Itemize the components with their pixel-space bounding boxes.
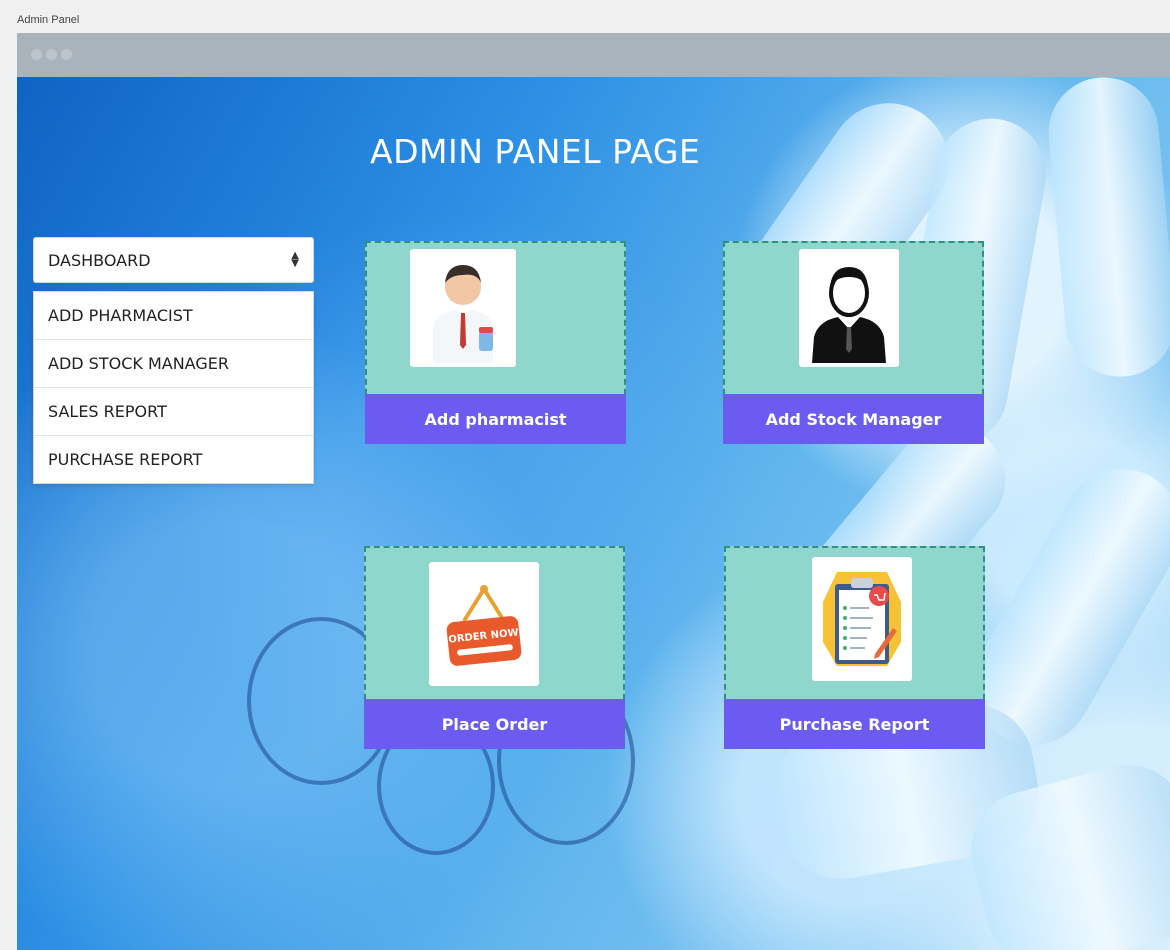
window-caption: Admin Panel: [17, 14, 80, 26]
page-title: ADMIN PANEL PAGE: [370, 132, 701, 171]
add-pharmacist-card[interactable]: Add pharmacist: [365, 241, 626, 444]
select-updown-icon: ▲ ▼: [291, 250, 299, 269]
report-image-frame: [812, 557, 912, 681]
menu-options-list: ADD PHARMACIST ADD STOCK MANAGER SALES R…: [33, 291, 314, 484]
dashboard-select-value: DASHBOARD: [48, 250, 151, 270]
close-window-icon[interactable]: [31, 49, 42, 60]
background-stage: ADMIN PANEL PAGE DASHBOARD ▲ ▼ ADD PHARMA…: [17, 77, 1170, 950]
capsule-decoration: [1044, 77, 1170, 382]
manager-icon: [812, 267, 886, 363]
minimize-window-icon[interactable]: [46, 49, 57, 60]
manager-image-frame: [799, 249, 899, 367]
purchase-report-button[interactable]: Purchase Report: [724, 699, 985, 749]
add-pharmacist-button[interactable]: Add pharmacist: [365, 394, 626, 444]
place-order-card[interactable]: ORDER NOW Place Order: [364, 546, 625, 749]
order-now-sign-icon: ORDER NOW: [446, 585, 522, 666]
purchase-report-card[interactable]: Purchase Report: [724, 546, 985, 749]
add-stock-manager-button[interactable]: Add Stock Manager: [723, 394, 984, 444]
clipboard-report-icon: [823, 572, 901, 666]
menu-item-add-stock-manager[interactable]: ADD STOCK MANAGER: [34, 340, 313, 388]
menu-item-purchase-report[interactable]: PURCHASE REPORT: [34, 436, 313, 483]
place-order-button[interactable]: Place Order: [364, 699, 625, 749]
admin-menu: DASHBOARD ▲ ▼ ADD PHARMACIST ADD STOCK MA…: [33, 237, 314, 484]
menu-item-add-pharmacist[interactable]: ADD PHARMACIST: [34, 292, 313, 340]
dashboard-select[interactable]: DASHBOARD ▲ ▼: [33, 237, 314, 283]
window-titlebar: [17, 33, 1170, 77]
add-stock-manager-card[interactable]: Add Stock Manager: [723, 241, 984, 444]
maximize-window-icon[interactable]: [61, 49, 72, 60]
order-image-frame: ORDER NOW: [429, 562, 539, 686]
window-controls: [31, 49, 72, 60]
pharmacist-icon: [433, 265, 493, 363]
menu-item-sales-report[interactable]: SALES REPORT: [34, 388, 313, 436]
pharmacist-image-frame: [410, 249, 516, 367]
